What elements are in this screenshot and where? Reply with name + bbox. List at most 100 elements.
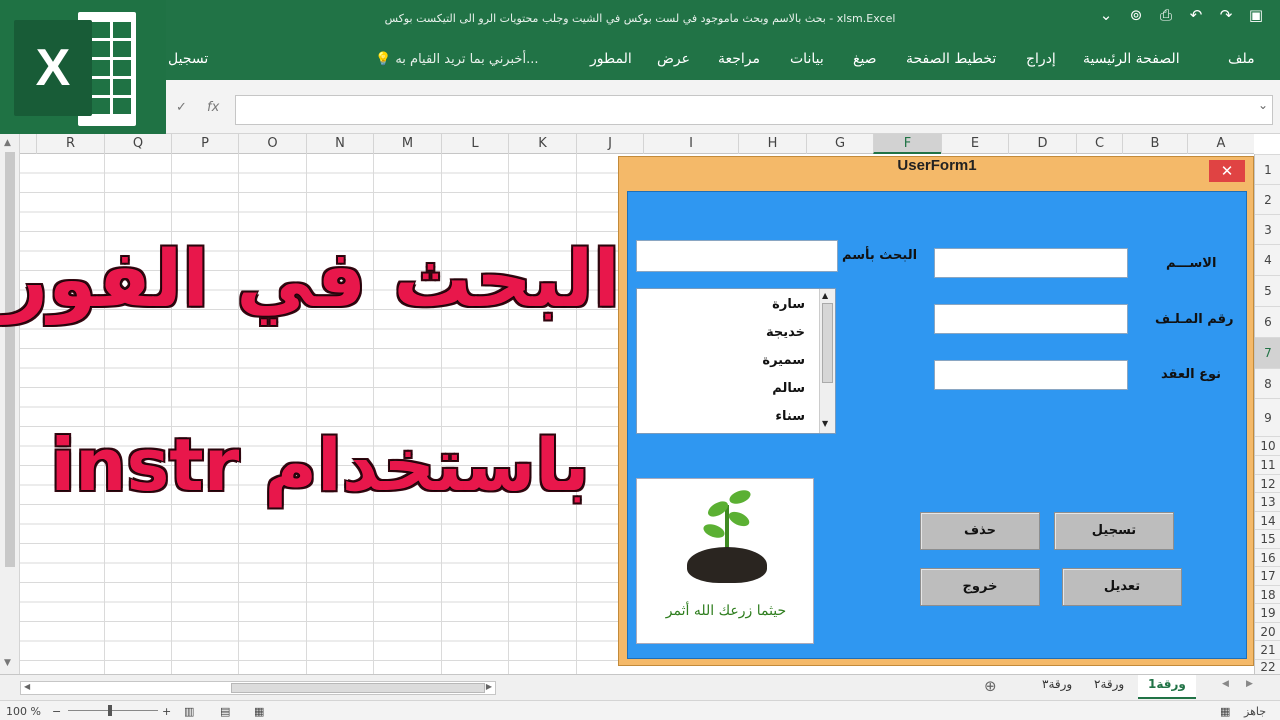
horizontal-scroll-thumb[interactable] — [231, 683, 485, 693]
scroll-down-icon[interactable]: ▼ — [4, 658, 11, 668]
scroll-left-icon[interactable]: ◀ — [24, 682, 30, 691]
add-sheet-icon[interactable]: ⊕ — [984, 677, 997, 695]
list-item[interactable]: خديجة — [685, 325, 805, 340]
close-icon[interactable]: ✕ — [1209, 160, 1245, 182]
row-header[interactable]: 2 — [1255, 184, 1280, 214]
row-header[interactable]: 11 — [1255, 455, 1280, 474]
scroll-down-icon[interactable]: ▼ — [822, 419, 828, 428]
row-header[interactable]: 22 — [1255, 659, 1280, 674]
tab-insert[interactable]: إدراج — [1026, 51, 1056, 67]
scroll-right-icon[interactable]: ▶ — [486, 682, 492, 691]
save-icon[interactable]: ▣ — [1246, 6, 1266, 24]
list-item[interactable]: سارة — [685, 297, 805, 312]
formula-input[interactable] — [235, 95, 1273, 125]
zoom-in-icon[interactable]: + — [162, 705, 171, 718]
row-header[interactable]: 14 — [1255, 511, 1280, 529]
tab-data[interactable]: بيانات — [790, 51, 824, 67]
tab-formulas[interactable]: صيغ — [853, 51, 877, 67]
column-header-c[interactable]: C — [1076, 134, 1122, 154]
row-header[interactable]: 17 — [1255, 566, 1280, 585]
page-break-view-icon[interactable]: ▥ — [184, 705, 194, 718]
row-header[interactable]: 21 — [1255, 640, 1280, 659]
row-header[interactable]: 5 — [1255, 275, 1280, 306]
row-header[interactable]: 18 — [1255, 585, 1280, 603]
row-header[interactable]: 9 — [1255, 398, 1280, 436]
scroll-up-icon[interactable]: ▲ — [4, 138, 11, 148]
zoom-out-icon[interactable]: − — [52, 705, 61, 718]
row-header[interactable]: 6 — [1255, 306, 1280, 337]
column-header-h[interactable]: H — [738, 134, 806, 154]
tab-review[interactable]: مراجعة — [718, 51, 760, 67]
row-header[interactable]: 1 — [1255, 154, 1280, 184]
row-header[interactable]: 13 — [1255, 492, 1280, 511]
tab-file[interactable]: ملف — [1228, 51, 1255, 67]
search-input[interactable] — [636, 240, 838, 272]
tab-home[interactable]: الصفحة الرئيسية — [1083, 51, 1180, 67]
exit-button[interactable]: خروج — [920, 568, 1040, 606]
column-header-j[interactable]: J — [576, 134, 643, 154]
sheet-tab-2[interactable]: ورقة٢ — [1094, 677, 1124, 691]
names-listbox[interactable]: سارة خديجة سميرة سالم سناء ▲ ▼ — [636, 288, 836, 434]
next-sheet-icon[interactable]: ▶ — [1246, 679, 1253, 689]
listbox-scrollbar[interactable]: ▲ ▼ — [819, 289, 835, 433]
tell-me-search[interactable]: 💡 أخبرني بما تريد القيام به... — [375, 52, 538, 67]
macro-recording-icon[interactable]: ▦ — [1220, 705, 1230, 718]
scroll-thumb[interactable] — [5, 152, 15, 567]
enter-icon[interactable]: ✓ — [176, 100, 187, 115]
file-number-field[interactable] — [934, 304, 1128, 334]
row-header[interactable]: 8 — [1255, 368, 1280, 398]
row-header[interactable]: 3 — [1255, 214, 1280, 244]
expand-formula-bar-icon[interactable]: ⌄ — [1258, 98, 1268, 112]
row-header[interactable]: 20 — [1255, 622, 1280, 640]
redo-icon[interactable]: ↷ — [1216, 6, 1236, 24]
undo-icon[interactable]: ↶ — [1186, 6, 1206, 24]
column-header-o[interactable]: O — [238, 134, 306, 154]
row-header[interactable]: 4 — [1255, 244, 1280, 275]
tab-page-layout[interactable]: تخطيط الصفحة — [906, 51, 996, 67]
column-header-i[interactable]: I — [643, 134, 738, 154]
name-field[interactable] — [934, 248, 1128, 278]
column-header-f[interactable]: F — [873, 134, 941, 154]
customize-qat-icon[interactable]: ⌄ — [1096, 6, 1116, 24]
tab-developer[interactable]: المطور — [590, 51, 632, 67]
row-header[interactable]: 16 — [1255, 548, 1280, 566]
zoom-level[interactable]: 100 % — [6, 705, 41, 718]
column-header-l[interactable]: L — [441, 134, 508, 154]
row-header[interactable]: 12 — [1255, 474, 1280, 492]
register-button[interactable]: تسجيل — [1054, 512, 1174, 550]
column-header-p[interactable]: P — [171, 134, 238, 154]
page-layout-view-icon[interactable]: ▤ — [220, 705, 230, 718]
vertical-scrollbar[interactable]: ▲ ▼ — [0, 134, 20, 674]
column-header-m[interactable]: M — [373, 134, 441, 154]
sheet-tab-1[interactable]: ورقة1 — [1138, 675, 1196, 699]
column-header-a[interactable]: A — [1187, 134, 1254, 154]
column-header-d[interactable]: D — [1008, 134, 1076, 154]
sheet-tab-3[interactable]: ورقة٣ — [1042, 677, 1072, 691]
edit-button[interactable]: تعديل — [1062, 568, 1182, 606]
print-preview-icon[interactable]: ⎙ — [1156, 6, 1176, 24]
list-item[interactable]: سالم — [685, 381, 805, 396]
scroll-up-icon[interactable]: ▲ — [822, 291, 828, 300]
list-item[interactable]: سناء — [685, 409, 805, 424]
horizontal-scrollbar[interactable]: ◀ ▶ — [20, 681, 496, 695]
delete-button[interactable]: حذف — [920, 512, 1040, 550]
prev-sheet-icon[interactable]: ◀ — [1222, 679, 1229, 689]
column-header-r[interactable]: R — [36, 134, 104, 154]
column-header-n[interactable]: N — [306, 134, 373, 154]
column-header-e[interactable]: E — [941, 134, 1008, 154]
column-header-k[interactable]: K — [508, 134, 576, 154]
column-header-g[interactable]: G — [806, 134, 873, 154]
column-header-b[interactable]: B — [1122, 134, 1187, 154]
listbox-scroll-thumb[interactable] — [822, 303, 833, 383]
row-header[interactable]: 15 — [1255, 529, 1280, 548]
tab-view[interactable]: عرض — [657, 51, 690, 67]
row-header[interactable]: 19 — [1255, 603, 1280, 622]
contract-type-field[interactable] — [934, 360, 1128, 390]
zoom-slider[interactable] — [68, 710, 158, 711]
row-header[interactable]: 10 — [1255, 436, 1280, 455]
row-header[interactable]: 7 — [1255, 337, 1280, 368]
list-item[interactable]: سميرة — [685, 353, 805, 368]
touch-mode-icon[interactable]: ⊚ — [1126, 6, 1146, 24]
signin-link[interactable]: تسجيل — [168, 51, 208, 67]
insert-function-icon[interactable]: fx — [207, 100, 219, 115]
